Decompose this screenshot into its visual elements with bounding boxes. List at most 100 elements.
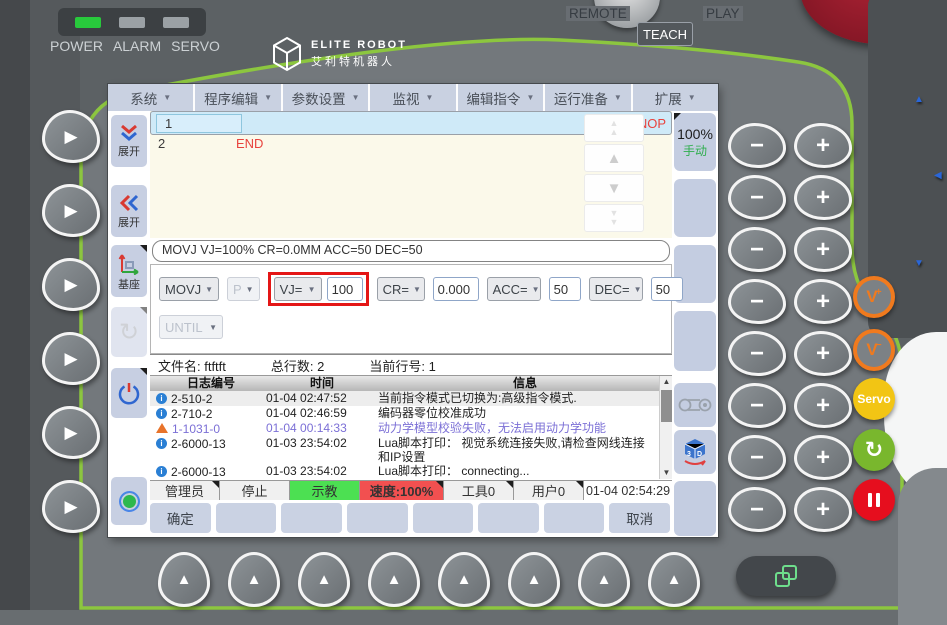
program-scroll-buttons: ▲▲ ▲ ▼ ▼▼ xyxy=(584,114,644,234)
run-indicator-button[interactable] xyxy=(111,477,147,525)
cancel-button[interactable]: 取消 xyxy=(609,503,670,533)
log-row[interactable]: i2-710-2 01-04 02:46:59 编码器零位校准成功 xyxy=(150,406,672,421)
expand-down-button[interactable]: 展开 xyxy=(111,115,147,167)
speed-mode-button[interactable]: 100% 手动 xyxy=(674,113,716,171)
dec-select[interactable]: DEC=▼ xyxy=(589,277,643,301)
manual-mode-label: 手动 xyxy=(683,142,707,159)
cr-value-input[interactable] xyxy=(433,277,479,301)
base-label: 基座 xyxy=(118,276,140,292)
acc-value-input[interactable] xyxy=(549,277,581,301)
bottom-function-button-8[interactable]: ▲ xyxy=(648,552,700,607)
menu-tab-parameter[interactable]: 参数设置▼ xyxy=(283,84,368,111)
status-speed-badge[interactable]: 速度:100% xyxy=(360,481,444,500)
right-strip-button-4[interactable] xyxy=(674,311,716,371)
nav-down-icon[interactable]: ▼ xyxy=(914,258,924,269)
log-col-msg: 信息 xyxy=(378,376,672,391)
log-col-id: 日志编号 xyxy=(150,376,266,391)
menu-tab-label: 扩展 xyxy=(655,88,682,108)
motion-type-select[interactable]: MOVJ▼ xyxy=(159,277,219,301)
power-button[interactable] xyxy=(111,368,147,418)
confirm-button[interactable]: 确定 xyxy=(150,503,211,533)
base-axes-icon xyxy=(117,251,141,275)
plus-icon: + xyxy=(816,288,830,316)
brand-name-en: ELITE ROBOT xyxy=(311,39,407,51)
start-button[interactable]: ↻ xyxy=(853,429,895,471)
menu-tab-run-prepare[interactable]: 运行准备▼ xyxy=(545,84,630,111)
coordinate-base-button[interactable]: 基座 xyxy=(111,245,147,297)
speed-down-button[interactable]: V− xyxy=(853,329,895,371)
scroll-down-button[interactable]: ▼ xyxy=(584,174,644,202)
softkey-blank-6[interactable] xyxy=(478,503,539,533)
minus-icon: − xyxy=(750,392,764,420)
bottom-function-button-3[interactable]: ▲ xyxy=(298,552,350,607)
speed-up-icon: V+ xyxy=(866,287,881,307)
servo-button[interactable]: Servo xyxy=(853,378,895,420)
scroll-page-up-button[interactable]: ▲▲ xyxy=(584,114,644,142)
expand-down-label: 展开 xyxy=(118,143,140,159)
bottom-function-button-4[interactable]: ▲ xyxy=(368,552,420,607)
info-icon: i xyxy=(156,438,167,449)
right-strip-button-2[interactable] xyxy=(674,179,716,237)
until-select[interactable]: UNTIL▼ xyxy=(159,315,223,339)
softkey-blank-3[interactable] xyxy=(281,503,342,533)
bottom-function-button-1[interactable]: ▲ xyxy=(158,552,210,607)
status-user-frame[interactable]: 用户0 xyxy=(514,481,584,500)
log-row[interactable]: i2-6000-13 01-03 23:54:02 Lua脚本打印： conne… xyxy=(150,464,672,479)
cr-select[interactable]: CR=▼ xyxy=(377,277,425,301)
bottom-function-button-7[interactable]: ▲ xyxy=(578,552,630,607)
scroll-page-down-button[interactable]: ▼▼ xyxy=(584,204,644,232)
cr-label: CR= xyxy=(383,282,409,297)
hand-grip xyxy=(898,468,947,625)
scrollbar-thumb[interactable] xyxy=(661,390,672,422)
view-3d-button[interactable]: 3 D xyxy=(674,430,716,474)
plus-icon: + xyxy=(816,184,830,212)
program-listing: 1 NOP 2 END ▲▲ ▲ ▼ ▼▼ xyxy=(150,111,672,238)
menu-tab-system[interactable]: 系统▼ xyxy=(108,84,193,111)
acc-select[interactable]: ACC= ▼ xyxy=(487,277,541,301)
status-tool-frame[interactable]: 工具0 xyxy=(444,481,514,500)
softkey-blank-4[interactable] xyxy=(347,503,408,533)
menu-tab-edit-instruction[interactable]: 编辑指令▼ xyxy=(458,84,543,111)
right-arrow-icon: ▶ xyxy=(64,127,77,147)
softkey-blank-5[interactable] xyxy=(413,503,474,533)
mode-label-remote: REMOTE xyxy=(566,6,630,21)
menu-tab-label: 程序编辑 xyxy=(204,88,258,108)
expand-left-button[interactable]: 展开 xyxy=(111,185,147,237)
bottom-function-button-2[interactable]: ▲ xyxy=(228,552,280,607)
log-body: i2-510-2 01-04 02:47:52 当前指令模式已切换为:高级指令模… xyxy=(150,391,672,479)
vj-value-input[interactable] xyxy=(327,277,363,301)
bottom-function-button-5[interactable]: ▲ xyxy=(438,552,490,607)
dec-value-input[interactable] xyxy=(651,277,683,301)
joystick-button[interactable] xyxy=(674,383,716,427)
scrollbar-down-icon[interactable]: ▼ xyxy=(660,467,672,479)
page-switch-button[interactable] xyxy=(736,556,836,596)
softkey-blank-7[interactable] xyxy=(544,503,605,533)
log-message: 编码器零位校准成功 xyxy=(378,406,672,421)
right-arrow-icon: ▶ xyxy=(64,423,77,443)
menu-tab-program-edit[interactable]: 程序编辑▼ xyxy=(195,84,280,111)
menu-tab-extension[interactable]: 扩展▼ xyxy=(633,84,718,111)
joystick-icon xyxy=(678,393,712,417)
log-row[interactable]: i2-6000-13 01-03 23:54:02 Lua脚本打印： 视觉系统连… xyxy=(150,436,672,464)
menu-tab-monitor[interactable]: 监视▼ xyxy=(370,84,455,111)
log-id: 2-6000-13 xyxy=(171,437,226,451)
instruction-editor: MOVJ▼ P▼ VJ=▼ CR=▼ ACC= ▼ DEC=▼ UNTIL▼ xyxy=(150,264,672,354)
cycle-mode-button[interactable]: ↻ xyxy=(111,307,147,357)
bottom-function-button-6[interactable]: ▲ xyxy=(508,552,560,607)
nav-left-icon[interactable]: ◀ xyxy=(934,170,942,181)
acc-label: ACC= xyxy=(493,282,528,297)
speed-up-button[interactable]: V+ xyxy=(853,276,895,318)
nav-up-icon[interactable]: ▲ xyxy=(914,94,924,105)
pause-button[interactable] xyxy=(853,479,895,521)
chevron-down-icon: ▼ xyxy=(532,285,540,294)
scrollbar-up-icon[interactable]: ▲ xyxy=(660,376,672,388)
log-row[interactable]: 1-1031-0 01-04 00:14:33 动力学模型校验失败，无法启用动力… xyxy=(150,421,672,436)
softkey-blank-2[interactable] xyxy=(216,503,277,533)
log-row[interactable]: i2-510-2 01-04 02:47:52 当前指令模式已切换为:高级指令模… xyxy=(150,391,672,406)
status-user-role[interactable]: 管理员 xyxy=(150,481,220,500)
vj-select[interactable]: VJ=▼ xyxy=(274,277,322,301)
right-strip-button-7[interactable] xyxy=(674,481,716,536)
command-preview-field[interactable]: MOVJ VJ=100% CR=0.0MM ACC=50 DEC=50 xyxy=(152,240,670,262)
point-select[interactable]: P▼ xyxy=(227,277,260,301)
scroll-up-button[interactable]: ▲ xyxy=(584,144,644,172)
